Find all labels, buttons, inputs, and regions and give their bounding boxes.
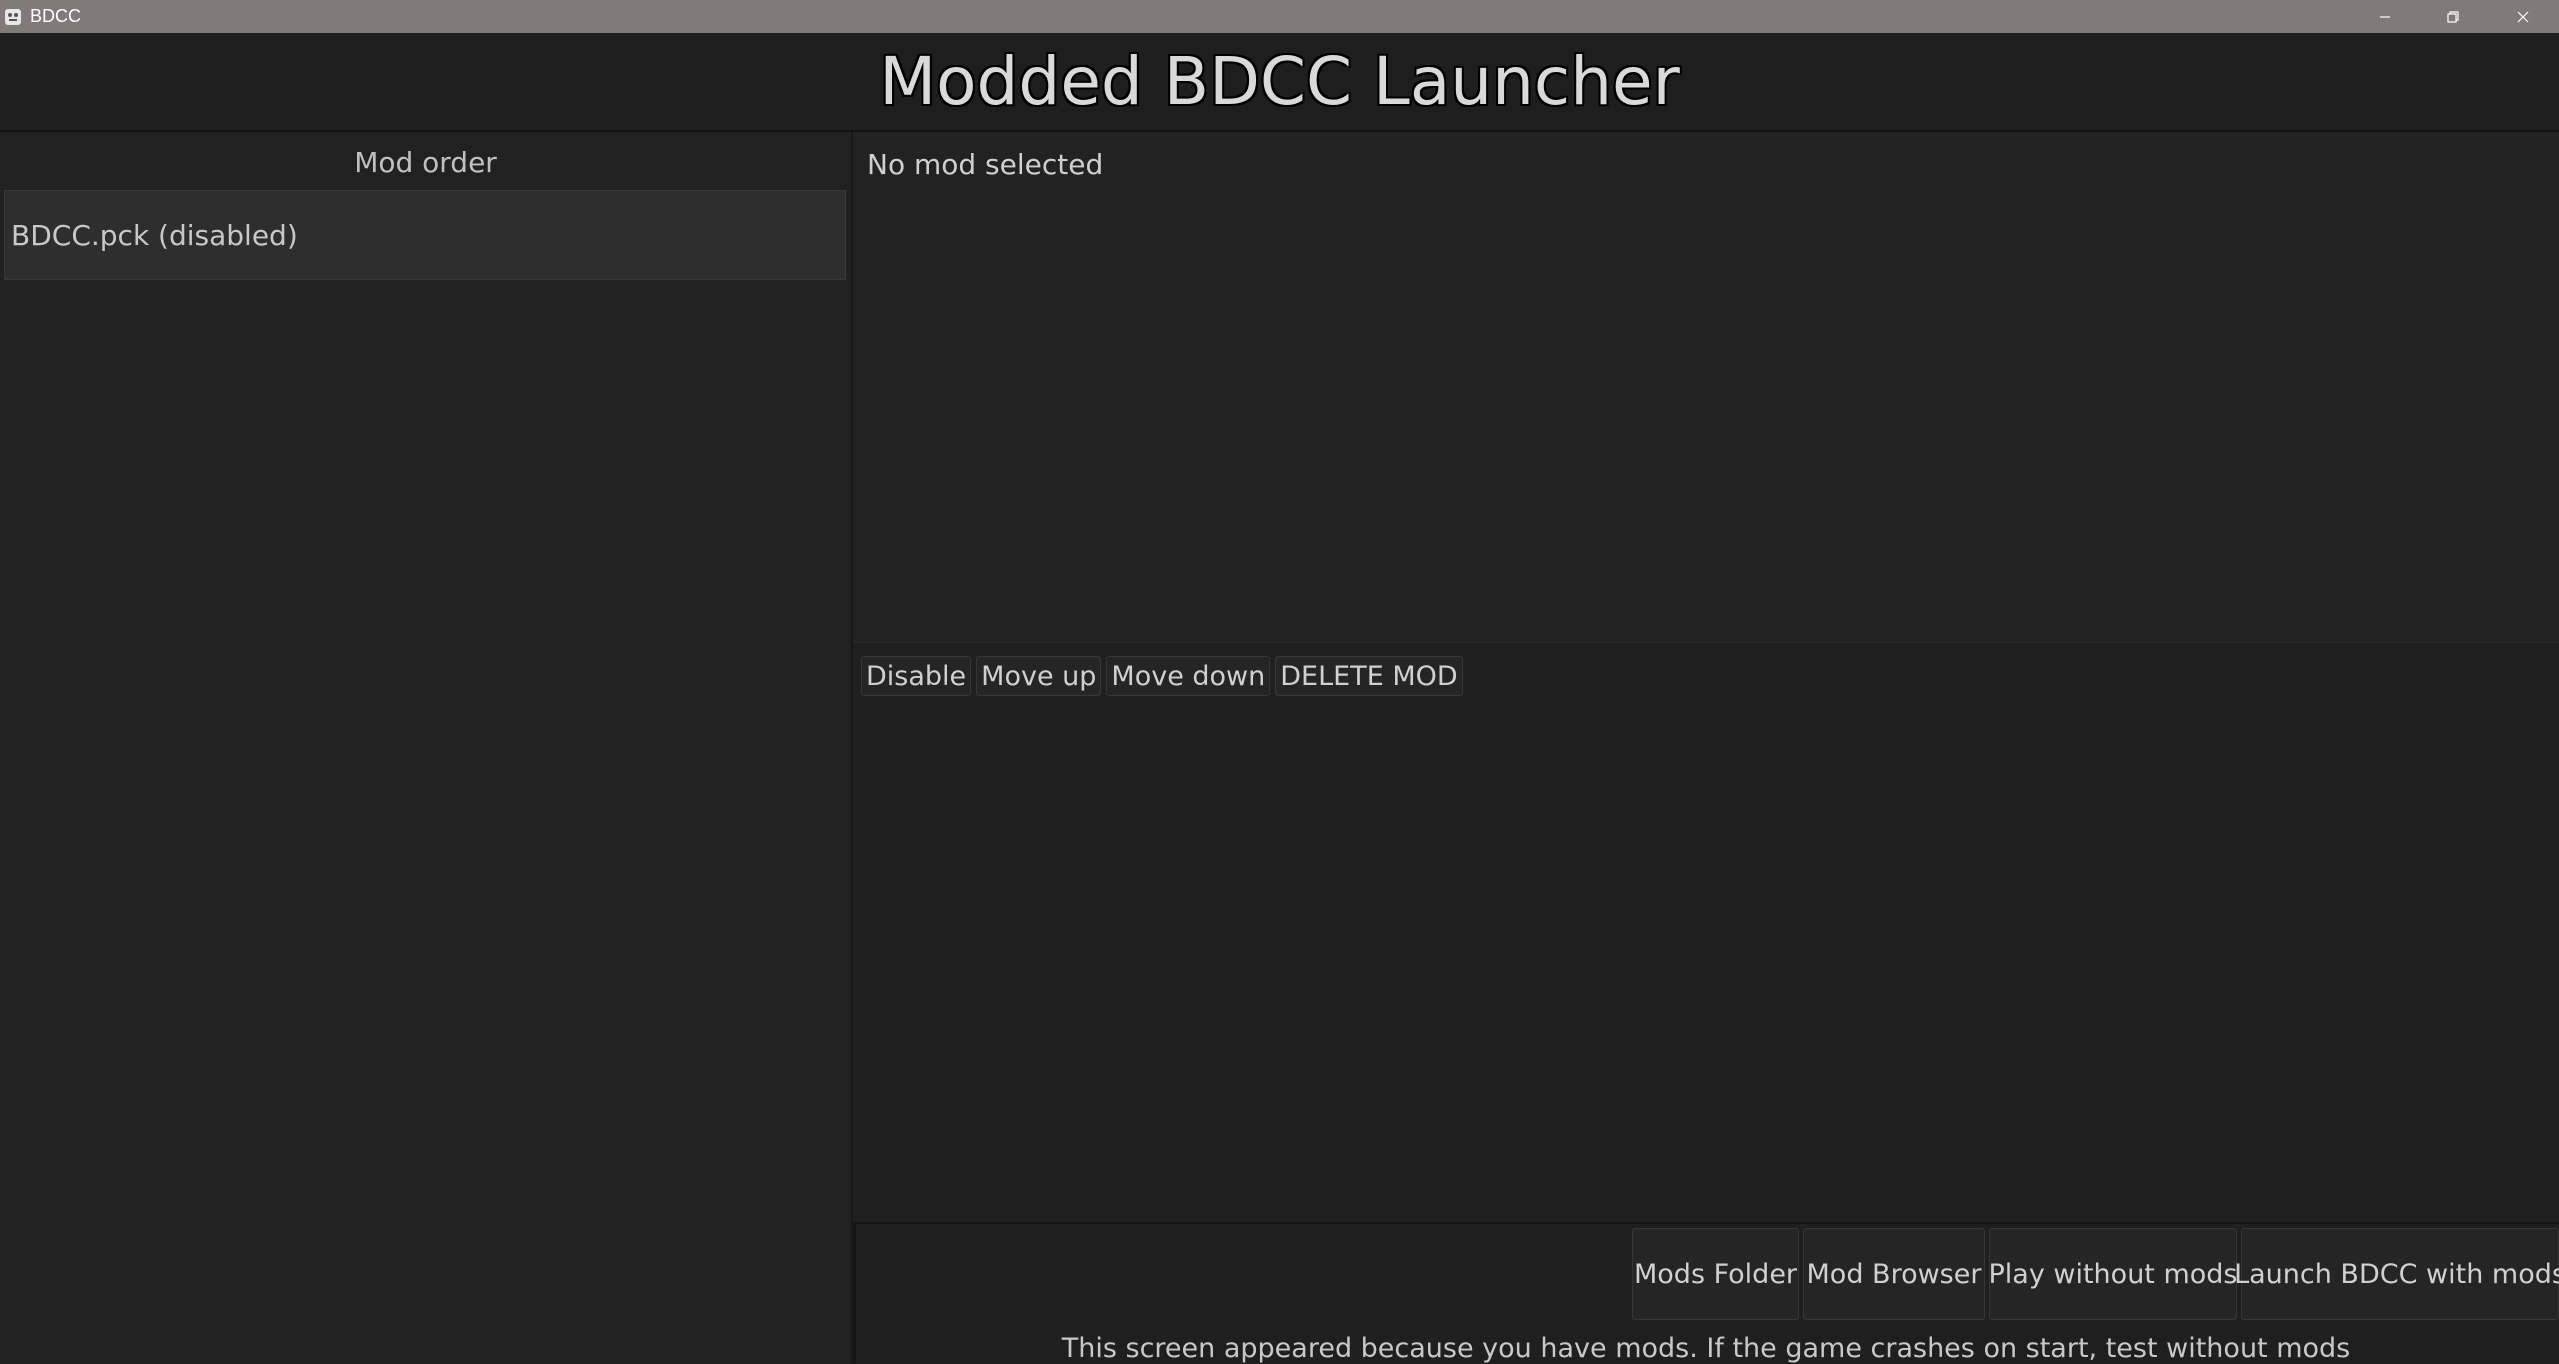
delete-mod-button[interactable]: DELETE MOD	[1275, 656, 1463, 696]
mod-status-text: No mod selected	[867, 148, 1104, 181]
window-titlebar: BDCC	[0, 0, 2559, 33]
close-icon	[2517, 11, 2529, 22]
mod-order-panel: Mod order BDCC.pck (disabled)	[0, 132, 853, 1362]
launcher-header: Modded BDCC Launcher	[0, 33, 2559, 132]
play-without-mods-button[interactable]: Play without mods	[1989, 1228, 2238, 1320]
window-title: BDCC	[30, 6, 82, 26]
mod-order-heading: Mod order	[354, 146, 497, 179]
launch-with-mods-button[interactable]: Launch BDCC with mods	[2234, 1228, 2559, 1320]
close-button[interactable]	[2488, 0, 2558, 33]
page-title: Modded BDCC Launcher	[879, 43, 1680, 120]
app-icon	[5, 9, 21, 25]
minimize-button[interactable]	[2350, 0, 2420, 33]
move-up-button[interactable]: Move up	[976, 656, 1102, 696]
mod-actions-toolbar: Disable Move up Move down DELETE MOD	[861, 656, 1463, 696]
mods-folder-button[interactable]: Mods Folder	[1632, 1228, 1799, 1320]
restore-button[interactable]	[2418, 0, 2488, 33]
disable-button[interactable]: Disable	[861, 656, 972, 696]
mod-info-area: No mod selected	[853, 132, 2559, 643]
launch-buttons: Mods Folder Mod Browser Play without mod…	[1632, 1228, 2559, 1320]
restore-icon	[2447, 10, 2459, 23]
mod-browser-button[interactable]: Mod Browser	[1803, 1228, 1985, 1320]
minimize-icon	[2380, 15, 2390, 18]
footer-note: This screen appeared because you have mo…	[1061, 1333, 2351, 1364]
mod-details-panel: No mod selected Disable Move up Move dow…	[853, 132, 2559, 1222]
launch-bar: Mods Folder Mod Browser Play without mod…	[853, 1222, 2559, 1364]
move-down-button[interactable]: Move down	[1106, 656, 1271, 696]
mod-list-item[interactable]: BDCC.pck (disabled)	[4, 190, 846, 280]
mod-list-item-label: BDCC.pck (disabled)	[11, 219, 298, 252]
